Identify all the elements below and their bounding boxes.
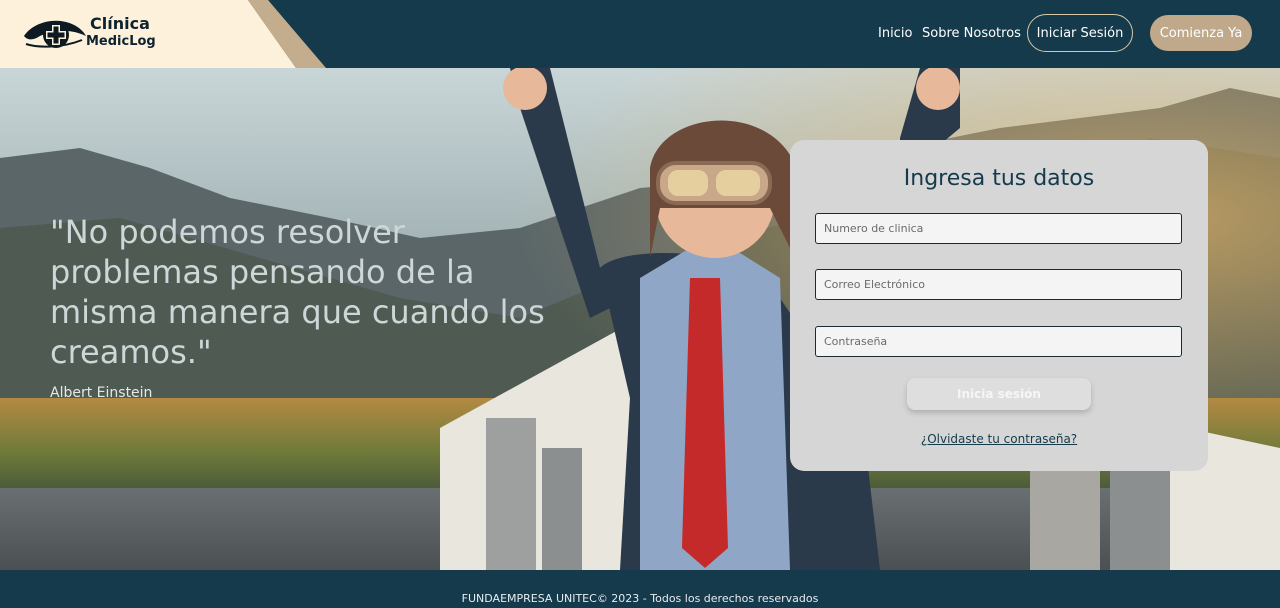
clinic-number-input[interactable] [815, 213, 1182, 244]
login-card: Ingresa tus datos Inicia sesión ¿Olvidas… [790, 140, 1208, 471]
email-input[interactable] [815, 269, 1182, 300]
footer: FUNDAEMPRESA UNITEC© 2023 - Todos los de… [0, 570, 1280, 608]
forgot-password-link[interactable]: ¿Olvidaste tu contraseña? [790, 432, 1208, 446]
brand-line-1: Clínica [90, 14, 150, 33]
top-navbar: Clínica MedicLog Inicio Sobre Nosotros I… [0, 0, 1280, 68]
quote-author: Albert Einstein [50, 385, 153, 401]
get-started-button[interactable]: Comienza Ya [1150, 15, 1252, 51]
brand-line-2: MedicLog [86, 34, 156, 49]
nav-link-home[interactable]: Inicio [878, 26, 912, 41]
logo-area[interactable]: Clínica MedicLog [0, 0, 330, 68]
login-nav-button[interactable]: Iniciar Sesión [1027, 14, 1133, 52]
login-card-title: Ingresa tus datos [903, 166, 1095, 191]
footer-copyright: FUNDAEMPRESA UNITEC© 2023 - Todos los de… [461, 592, 819, 605]
brand-name: Clínica MedicLog [86, 15, 156, 51]
login-submit-button[interactable]: Inicia sesión [907, 378, 1091, 410]
hero-section: "No podemos resolver problemas pensando … [0, 68, 1280, 570]
nav-link-about[interactable]: Sobre Nosotros [922, 26, 1021, 41]
medical-cross-logo-icon [24, 20, 86, 48]
hero-quote: "No podemos resolver problemas pensando … [50, 213, 545, 371]
password-input[interactable] [815, 326, 1182, 357]
